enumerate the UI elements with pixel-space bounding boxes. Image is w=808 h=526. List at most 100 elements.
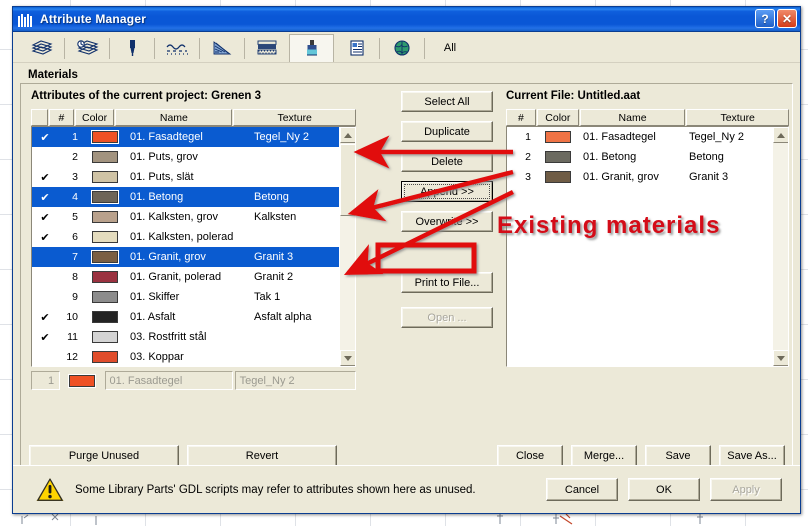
append-button[interactable]: Append >> (401, 181, 493, 202)
row-checkmark[interactable]: ✔ (32, 211, 58, 224)
save-button[interactable]: Save (645, 445, 711, 467)
table-row[interactable]: ✔ 4 01. Betong Betong (32, 187, 339, 207)
row-color-swatch[interactable] (84, 290, 126, 304)
right-scroll-track[interactable] (773, 143, 788, 350)
right-col-header-name[interactable]: Name (579, 109, 686, 126)
row-texture: Tegel_Ny 2 (689, 131, 745, 143)
layer-combinations-icon[interactable] (64, 34, 109, 62)
left-col-header-name[interactable]: Name (115, 109, 233, 126)
left-col-header-color[interactable]: Color (74, 109, 115, 126)
right-scroll-down-button[interactable] (773, 350, 788, 366)
table-row[interactable]: ✔ 1 01. Fasadtegel Tegel_Ny 2 (32, 127, 339, 147)
table-row[interactable]: ✔ 5 01. Kalksten, grov Kalksten (32, 207, 339, 227)
purge-unused-button[interactable]: Purge Unused (29, 445, 179, 467)
row-color-swatch[interactable] (84, 330, 126, 344)
right-col-header-number[interactable]: # (506, 109, 536, 126)
close-icon[interactable]: ✕ (777, 9, 797, 28)
row-name: 01. Granit, grov (583, 171, 659, 183)
row-color-swatch[interactable] (84, 270, 126, 284)
close-file-button[interactable]: Close (497, 445, 563, 467)
row-color-swatch[interactable] (84, 350, 126, 364)
delete-button[interactable]: Delete (401, 151, 493, 172)
row-number: 1 (72, 131, 78, 143)
left-list-scrollbar[interactable] (339, 127, 355, 366)
table-row[interactable]: ✔ 3 01. Puts, slät (32, 167, 339, 187)
row-color-swatch[interactable] (84, 190, 126, 204)
save-as-button[interactable]: Save As... (719, 445, 785, 467)
left-list-header: # Color Name Texture (31, 109, 356, 126)
left-col-header-number[interactable]: # (49, 109, 74, 126)
edit-row-color-swatch[interactable] (62, 371, 102, 390)
table-row[interactable]: ✔ 11 03. Rostfritt stål (32, 327, 339, 347)
right-scroll-up-button[interactable] (773, 127, 788, 143)
overwrite-button[interactable]: Overwrite >> (401, 211, 493, 232)
row-color-swatch[interactable] (84, 310, 126, 324)
row-checkmark[interactable]: ✔ (32, 311, 58, 324)
table-row[interactable]: 9 01. Skiffer Tak 1 (32, 287, 339, 307)
row-color-swatch[interactable] (84, 230, 126, 244)
left-scroll-up-button[interactable] (340, 127, 355, 143)
table-row[interactable]: 3 01. Granit, grov Granit 3 (507, 167, 772, 187)
all-attributes-button[interactable]: All (424, 34, 476, 62)
table-row[interactable]: 1 01. Fasadtegel Tegel_Ny 2 (507, 127, 772, 147)
row-name: 03. Rostfritt stål (130, 331, 207, 343)
left-col-header-texture[interactable]: Texture (233, 109, 356, 126)
revert-button[interactable]: Revert (187, 445, 337, 467)
row-name: 01. Granit, grov (130, 251, 206, 263)
left-scroll-thumb[interactable] (340, 144, 355, 216)
row-color-swatch[interactable] (84, 170, 126, 184)
left-scroll-down-button[interactable] (340, 350, 355, 366)
line-types-icon[interactable] (154, 34, 199, 62)
row-number: 8 (72, 271, 78, 283)
left-col-header-grip[interactable] (31, 109, 49, 126)
right-col-header-color[interactable]: Color (536, 109, 579, 126)
row-number: 10 (66, 311, 78, 323)
row-color-swatch[interactable] (84, 250, 126, 264)
row-texture: Betong (689, 151, 724, 163)
materials-icon[interactable] (289, 34, 334, 62)
attribute-manager-dialog: Attribute Manager ? ✕ All Materials Attr… (12, 6, 801, 514)
select-all-button[interactable]: Select All (401, 91, 493, 112)
dialog-action-buttons: Cancel OK Apply (546, 478, 782, 501)
window-controls: ? ✕ (755, 9, 797, 28)
left-action-buttons: Purge Unused Revert (29, 445, 337, 467)
right-col-header-texture[interactable]: Texture (686, 109, 789, 126)
edit-row-texture-field[interactable]: Tegel_Ny 2 (234, 371, 356, 390)
right-list-scrollbar[interactable] (772, 127, 788, 366)
row-color-swatch[interactable] (84, 130, 126, 144)
row-color-swatch[interactable] (537, 150, 579, 164)
row-checkmark[interactable]: ✔ (32, 191, 58, 204)
print-to-file-button[interactable]: Print to File... (401, 272, 493, 293)
ok-button[interactable]: OK (628, 478, 700, 501)
fill-types-icon[interactable] (199, 34, 244, 62)
row-checkmark[interactable]: ✔ (32, 231, 58, 244)
table-row[interactable]: 8 01. Granit, polerad Granit 2 (32, 267, 339, 287)
edit-row-name-field[interactable]: 01. Fasadtegel (104, 371, 233, 390)
duplicate-button[interactable]: Duplicate (401, 121, 493, 142)
selected-attribute-edit-row: 1 01. Fasadtegel Tegel_Ny 2 (31, 371, 356, 390)
table-row[interactable]: 2 01. Puts, grov (32, 147, 339, 167)
row-color-swatch[interactable] (537, 130, 579, 144)
composites-icon[interactable] (244, 34, 289, 62)
help-button[interactable]: ? (755, 9, 775, 28)
right-listbox[interactable]: 1 01. Fasadtegel Tegel_Ny 2 2 01. Betong Beto… (506, 126, 789, 367)
table-row[interactable]: 2 01. Betong Betong (507, 147, 772, 167)
row-checkmark[interactable]: ✔ (32, 171, 58, 184)
table-row[interactable]: 7 01. Granit, grov Granit 3 (32, 247, 339, 267)
row-color-swatch[interactable] (537, 170, 579, 184)
row-color-swatch[interactable] (84, 150, 126, 164)
row-color-swatch[interactable] (84, 210, 126, 224)
table-row[interactable]: ✔ 6 01. Kalksten, polerad (32, 227, 339, 247)
layers-icon[interactable] (19, 34, 64, 62)
pen-icon[interactable] (109, 34, 154, 62)
title-bar[interactable]: Attribute Manager ? ✕ (13, 7, 800, 32)
zone-categories-icon[interactable] (334, 34, 379, 62)
table-row[interactable]: 12 03. Koppar (32, 347, 339, 366)
left-listbox[interactable]: ✔ 1 01. Fasadtegel Tegel_Ny 2 2 01. Puts, gro… (31, 126, 356, 367)
row-checkmark[interactable]: ✔ (32, 331, 58, 344)
cancel-button[interactable]: Cancel (546, 478, 618, 501)
cities-icon[interactable] (379, 34, 424, 62)
table-row[interactable]: ✔ 10 01. Asfalt Asfalt alpha (32, 307, 339, 327)
row-checkmark[interactable]: ✔ (32, 131, 58, 144)
merge-button[interactable]: Merge... (571, 445, 637, 467)
